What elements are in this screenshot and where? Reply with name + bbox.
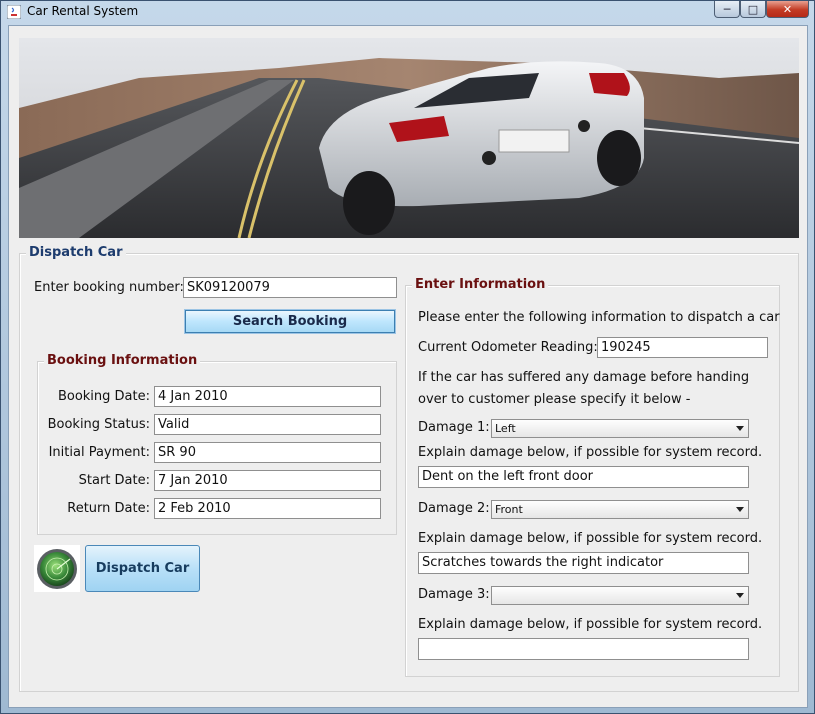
close-icon: ✕: [782, 2, 793, 16]
damage-1-explain-label: Explain damage below, if possible for sy…: [418, 445, 763, 460]
damage-3-description-input[interactable]: [418, 638, 749, 660]
maximize-button[interactable]: □: [740, 1, 766, 18]
enter-information-legend: Enter Information: [412, 277, 549, 292]
odometer-input[interactable]: 190245: [597, 337, 768, 358]
return-date-field[interactable]: 2 Feb 2010: [154, 498, 381, 519]
damage-2-label: Damage 2:: [418, 501, 490, 516]
damage-3-explain-label: Explain damage below, if possible for sy…: [418, 617, 763, 632]
chevron-down-icon: [736, 507, 744, 512]
booking-date-field[interactable]: 4 Jan 2010: [154, 386, 381, 407]
main-panel: Dispatch Car Enter booking number: SK091…: [8, 25, 808, 708]
dispatch-car-legend: Dispatch Car: [26, 245, 126, 260]
damage-2-select[interactable]: Front: [491, 500, 749, 519]
minimize-icon: ─: [723, 2, 731, 16]
chevron-down-icon: [736, 426, 744, 431]
damage-1-description-input[interactable]: Dent on the left front door: [418, 466, 749, 488]
start-date-field[interactable]: 7 Jan 2010: [154, 470, 381, 491]
radar-icon: [34, 545, 80, 592]
search-booking-button[interactable]: Search Booking: [184, 309, 396, 334]
close-button[interactable]: ✕: [766, 1, 809, 18]
title-bar[interactable]: Car Rental System ─ □ ✕: [1, 1, 814, 23]
damage-2-explain-label: Explain damage below, if possible for sy…: [418, 531, 763, 546]
return-date-label: Return Date:: [67, 501, 150, 516]
damage-3-label: Damage 3:: [418, 587, 490, 602]
damage-1-selected-value: Left: [495, 422, 516, 435]
damage-2-description-input[interactable]: Scratches towards the right indicator: [418, 552, 749, 574]
booking-information-legend: Booking Information: [44, 353, 201, 368]
damage-1-select[interactable]: Left: [491, 419, 749, 438]
booking-status-label: Booking Status:: [47, 417, 150, 432]
java-app-icon: [7, 5, 21, 19]
booking-date-label: Booking Date:: [57, 389, 150, 404]
sports-car-banner-image: [19, 38, 799, 238]
damage-3-select[interactable]: [491, 586, 749, 605]
initial-payment-label: Initial Payment:: [48, 445, 150, 460]
maximize-icon: □: [747, 2, 759, 16]
application-window: Car Rental System ─ □ ✕ Dispatch Car Ent…: [0, 0, 815, 714]
dispatch-intro-text: Please enter the following information t…: [418, 310, 780, 325]
damage-2-selected-value: Front: [495, 503, 523, 516]
damage-note-line-2: over to customer please specify it below…: [418, 392, 691, 407]
start-date-label: Start Date:: [78, 473, 150, 488]
dispatch-car-button[interactable]: Dispatch Car: [85, 545, 200, 592]
damage-note-line-1: If the car has suffered any damage befor…: [418, 370, 750, 385]
minimize-button[interactable]: ─: [714, 1, 740, 18]
initial-payment-field[interactable]: SR 90: [154, 442, 381, 463]
chevron-down-icon: [736, 593, 744, 598]
window-title: Car Rental System: [27, 4, 139, 18]
booking-status-field[interactable]: Valid: [154, 414, 381, 435]
booking-number-label: Enter booking number:: [34, 280, 184, 295]
booking-number-input[interactable]: SK09120079: [183, 277, 397, 298]
odometer-label: Current Odometer Reading:: [418, 340, 598, 355]
damage-1-label: Damage 1:: [418, 420, 490, 435]
